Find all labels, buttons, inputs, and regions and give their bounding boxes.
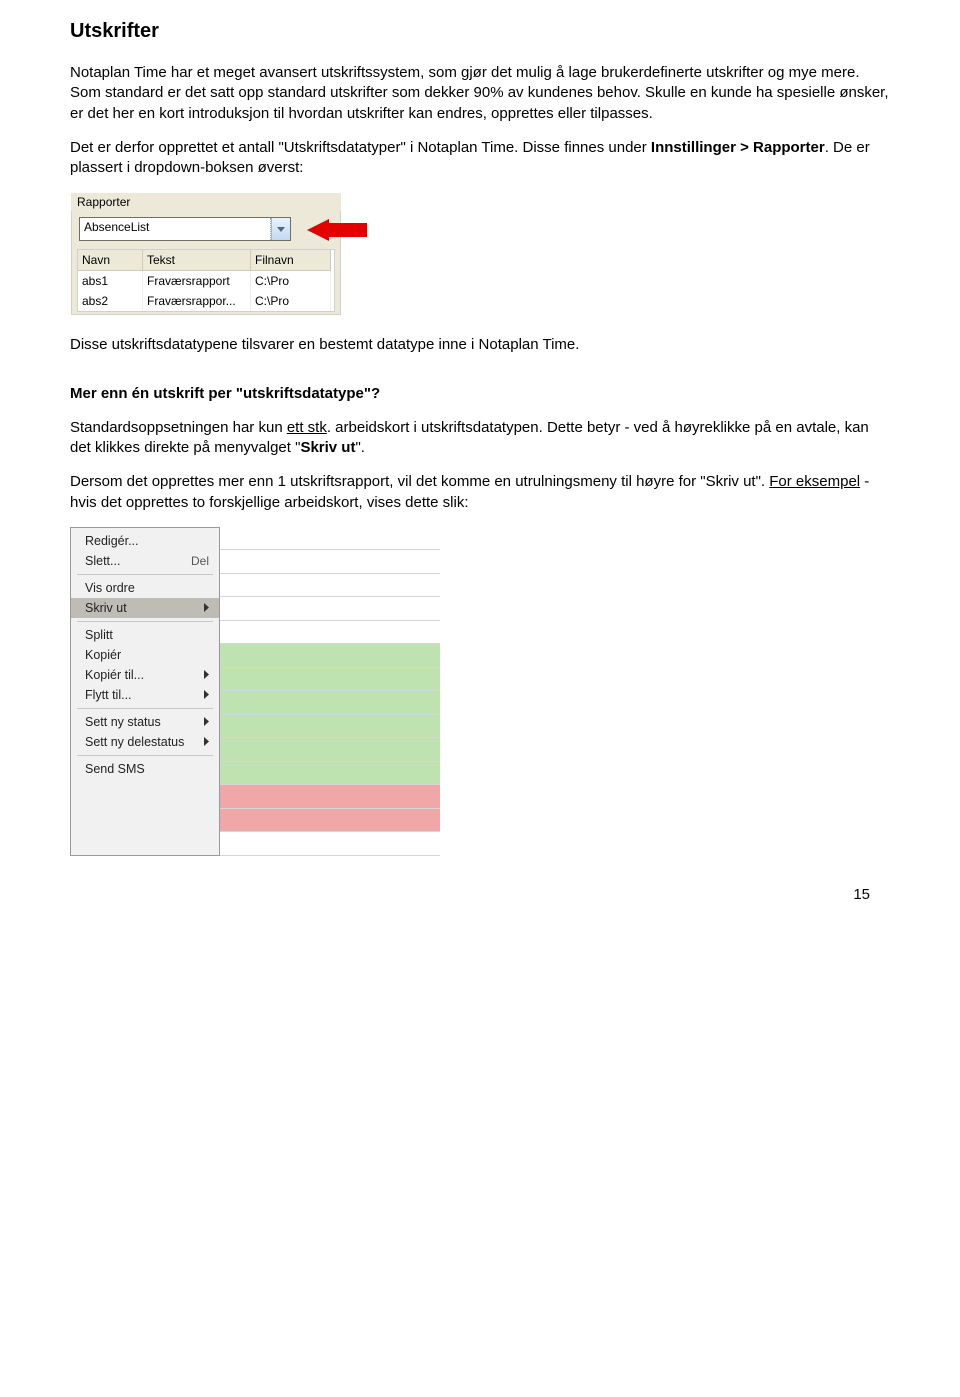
menu-item-kopi-r[interactable]: Kopiér: [71, 645, 219, 665]
underline-text: For eksempel: [769, 473, 860, 490]
menu-item-sett-ny-delestatus[interactable]: Sett ny delestatus: [71, 732, 219, 752]
annotation-arrow-icon: [307, 219, 367, 245]
menu-item-label: Redigér...: [85, 534, 139, 548]
schedule-background: [220, 527, 440, 856]
path-bold: Innstillinger > Rapporter: [651, 139, 825, 156]
report-dropdown[interactable]: AbsenceList: [79, 217, 291, 241]
menu-item-splitt[interactable]: Splitt: [71, 625, 219, 645]
paragraph-standard: Standardsoppsetningen har kun ett stk. a…: [70, 418, 890, 459]
menu-separator: [77, 755, 213, 756]
menu-item-label: Vis ordre: [85, 581, 135, 595]
chevron-down-icon: [277, 227, 285, 232]
page-title: Utskrifter: [70, 20, 890, 43]
chevron-right-icon: [204, 670, 209, 679]
page-number: 15: [70, 886, 890, 903]
menu-item-label: Kopiér til...: [85, 668, 144, 682]
table-cell[interactable]: C:\Pro: [251, 271, 331, 291]
paragraph-flere: Dersom det opprettes mer enn 1 utskrifts…: [70, 472, 890, 513]
col-filnavn[interactable]: Filnavn: [251, 250, 331, 271]
menu-item-label: Slett...: [85, 554, 120, 568]
paragraph-datatypes: Det er derfor opprettet et antall "Utskr…: [70, 138, 890, 179]
table-cell[interactable]: C:\Pro: [251, 291, 331, 311]
rapporter-legend: Rapporter: [71, 193, 341, 211]
table-cell[interactable]: abs2: [78, 291, 143, 311]
paragraph-tilsvarer: Disse utskriftsdatatypene tilsvarer en b…: [70, 335, 890, 355]
table-cell[interactable]: Fraværsrapport: [143, 271, 251, 291]
text: ".: [355, 439, 365, 456]
rapporter-panel: Rapporter AbsenceList Navn Tekst Filnavn…: [70, 192, 341, 315]
menu-shortcut: Del: [181, 554, 209, 568]
menu-separator: [77, 574, 213, 575]
underline-text: ett stk: [287, 419, 327, 436]
menu-item-kopi-r-til-[interactable]: Kopiér til...: [71, 665, 219, 685]
chevron-right-icon: [204, 737, 209, 746]
menu-item-skriv-ut[interactable]: Skriv ut: [71, 598, 219, 618]
menu-item-label: Sett ny delestatus: [85, 735, 184, 749]
text: Det er derfor opprettet et antall "Utskr…: [70, 139, 651, 156]
menu-separator: [77, 708, 213, 709]
col-tekst[interactable]: Tekst: [143, 250, 251, 271]
dropdown-value: AbsenceList: [80, 218, 271, 240]
text: Standardsoppsetningen har kun: [70, 419, 287, 436]
menu-item-label: Skriv ut: [85, 601, 127, 615]
text: Dersom det opprettes mer enn 1 utskrifts…: [70, 473, 769, 490]
menu-item-slett-[interactable]: Slett... Del: [71, 551, 219, 571]
menu-item-sett-ny-status[interactable]: Sett ny status: [71, 712, 219, 732]
rapporter-body: AbsenceList Navn Tekst Filnavn abs1 Frav…: [71, 211, 341, 315]
menu-item-flytt-til-[interactable]: Flytt til...: [71, 685, 219, 705]
menu-item-label: Splitt: [85, 628, 113, 642]
context-menu: Redigér... Slett... Del Vis ordre Skriv ut Sp…: [70, 527, 220, 856]
menu-item-label: Kopiér: [85, 648, 121, 662]
menu-item-label: Send SMS: [85, 762, 145, 776]
chevron-right-icon: [204, 690, 209, 699]
menu-item-label: Flytt til...: [85, 688, 132, 702]
context-menu-screenshot: Redigér... Slett... Del Vis ordre Skriv ut Sp…: [70, 527, 440, 856]
subheading: Mer enn én utskrift per "utskriftsdataty…: [70, 384, 890, 404]
bold-text: Skriv ut: [300, 439, 355, 456]
menu-item-redig-r-[interactable]: Redigér...: [71, 531, 219, 551]
chevron-right-icon: [204, 603, 209, 612]
menu-item-label: Sett ny status: [85, 715, 161, 729]
col-navn[interactable]: Navn: [78, 250, 143, 271]
dropdown-button[interactable]: [271, 218, 290, 240]
rapporter-table: Navn Tekst Filnavn abs1 Fraværsrapport C…: [77, 249, 335, 312]
table-cell[interactable]: Fraværsrappor...: [143, 291, 251, 311]
menu-item-send-sms[interactable]: Send SMS: [71, 759, 219, 779]
menu-item-vis-ordre[interactable]: Vis ordre: [71, 578, 219, 598]
menu-separator: [77, 621, 213, 622]
table-cell[interactable]: abs1: [78, 271, 143, 291]
paragraph-intro: Notaplan Time har et meget avansert utsk…: [70, 63, 890, 124]
chevron-right-icon: [204, 717, 209, 726]
